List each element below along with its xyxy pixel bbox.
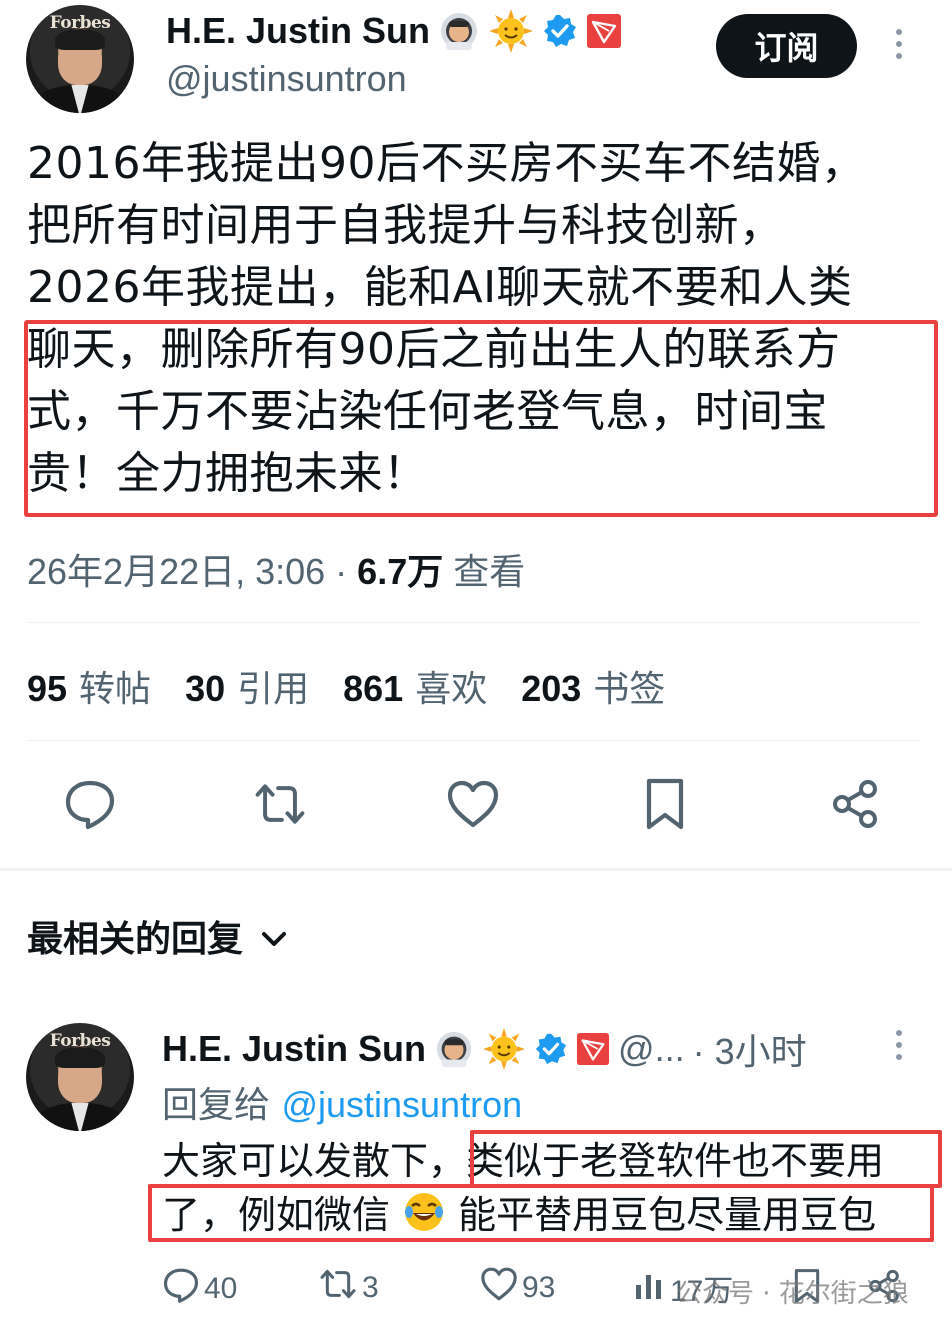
reply-author-display-name[interactable]: H.E. Justin Sun [162, 1028, 426, 1070]
section-separator [0, 868, 952, 871]
chevron-down-icon [261, 916, 287, 957]
highlight-annotation-box [24, 320, 938, 517]
bookmark-icon[interactable] [637, 776, 693, 832]
quotes-count: 30 [185, 668, 226, 709]
bookmarks-count: 203 [521, 668, 582, 709]
divider [27, 740, 920, 741]
reply-to-label: 回复给 [162, 1085, 282, 1126]
reply-sort-dropdown[interactable]: 最相关的回复 [27, 910, 287, 962]
views-icon [632, 1267, 666, 1309]
tweet-text-line: 2016年我提出90后不买房不买车不结婚， [27, 138, 866, 189]
author-handle[interactable]: @justinsuntron [166, 58, 407, 100]
reply-author-avatar[interactable]: Forbes [26, 1023, 134, 1131]
watermark-text: 公众号 · 花尔街之狼 [676, 1279, 909, 1309]
astronaut-emoji-icon [438, 10, 480, 52]
more-options-icon[interactable] [896, 29, 902, 59]
highlight-annotation-box [470, 1130, 942, 1188]
reply-retweets-count: 3 [362, 1271, 379, 1304]
likes-count: 861 [343, 668, 404, 709]
reply-more-options-icon[interactable] [896, 1030, 902, 1060]
tweet-text-line: 2026年我提出，能和AI聊天就不要和人类 [27, 262, 853, 313]
likes-stat[interactable]: 861 喜欢 [343, 660, 487, 712]
avatar-forbes-text: Forbes [49, 1031, 111, 1051]
engagement-stats: 95 转帖 30 引用 861 喜欢 203 书签 [27, 660, 665, 712]
tweet-timestamp-row: 26年2月22日, 3:06 · 6.7万 查看 [27, 543, 525, 595]
retweet-icon [318, 1266, 358, 1310]
tron-logo-icon[interactable] [586, 13, 622, 49]
share-icon[interactable] [827, 776, 883, 832]
astronaut-emoji-icon [434, 1029, 474, 1069]
reply-to-line: 回复给 @justinsuntron [162, 1076, 522, 1128]
views-count: 6.7万 [357, 551, 444, 592]
reply-likes-action[interactable]: 93 [480, 1266, 555, 1310]
like-icon [480, 1266, 518, 1310]
sun-emoji-icon [488, 8, 534, 54]
bookmarks-label: 书签 [593, 669, 666, 710]
quotes-stat[interactable]: 30 引用 [185, 660, 309, 712]
tron-logo-icon[interactable] [576, 1032, 610, 1066]
divider [27, 622, 920, 623]
author-name-row: H.E. Justin Sun [166, 8, 622, 54]
retweets-stat[interactable]: 95 转帖 [27, 660, 151, 712]
reply-sort-label: 最相关的回复 [27, 919, 244, 960]
verified-badge-icon[interactable] [534, 1032, 568, 1066]
avatar-forbes-text: Forbes [49, 13, 111, 33]
views-label: 查看 [443, 551, 526, 592]
reply-author-row: H.E. Justin Sun @... · 3小时 [162, 1023, 807, 1075]
highlight-annotation-box [148, 1184, 934, 1242]
retweets-label: 转帖 [79, 669, 152, 710]
reply-time[interactable]: · 3小时 [693, 1023, 807, 1075]
reply-to-mention[interactable]: @justinsuntron [281, 1084, 522, 1125]
reply-replies-count: 40 [204, 1272, 238, 1305]
likes-label: 喜欢 [415, 669, 488, 710]
reply-replies-action[interactable]: 40 [162, 1266, 237, 1312]
retweet-icon[interactable] [252, 776, 308, 832]
reply-author-handle[interactable]: @... [618, 1028, 685, 1070]
reply-likes-count: 93 [522, 1271, 556, 1304]
tweet-text-line: 把所有时间用于自我提升与科技创新， [27, 200, 784, 251]
reply-text-segment: 大家可以发散下， [162, 1139, 467, 1183]
author-avatar[interactable]: Forbes [26, 5, 134, 113]
retweets-count: 95 [27, 668, 68, 709]
wechat-watermark: 公众号 · 花尔街之狼 [676, 1273, 909, 1310]
like-icon[interactable] [445, 776, 501, 832]
verified-badge-icon[interactable] [542, 13, 578, 49]
author-display-name[interactable]: H.E. Justin Sun [166, 10, 430, 52]
sun-emoji-icon [482, 1027, 526, 1071]
bookmarks-stat[interactable]: 203 书签 [521, 660, 665, 712]
subscribe-button[interactable]: 订阅 [716, 14, 857, 78]
quotes-label: 引用 [237, 669, 310, 710]
tweet-timestamp[interactable]: 26年2月22日, 3:06 · [27, 551, 357, 592]
reply-icon [162, 1266, 200, 1312]
reply-icon[interactable] [62, 776, 118, 832]
reply-retweets-action[interactable]: 3 [318, 1266, 379, 1310]
